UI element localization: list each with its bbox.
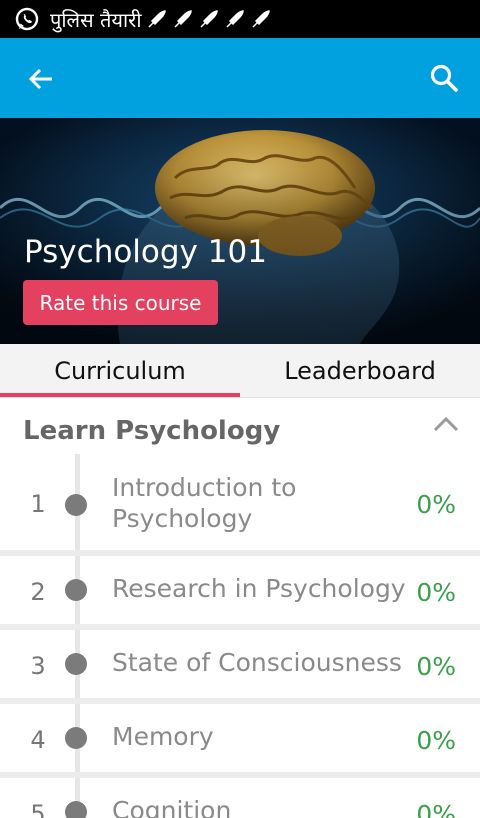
lesson-name: Cognition <box>112 796 232 818</box>
course-hero: Psychology 101 Rate this course <box>0 118 480 344</box>
whatsapp-icon <box>15 7 39 31</box>
rocket-icon <box>148 10 166 28</box>
lesson-dot-icon <box>65 494 87 516</box>
lesson-dot-icon <box>65 653 87 675</box>
lesson-progress: 0% <box>416 726 456 755</box>
search-icon[interactable] <box>428 62 460 94</box>
lesson-row[interactable]: 3 State of Consciousness 0% <box>0 630 480 698</box>
lesson-name: Research in Psychology <box>112 574 406 603</box>
lesson-dot-icon <box>65 579 87 601</box>
lesson-number: 2 <box>30 578 46 606</box>
lesson-row[interactable]: 1 Introduction to Psychology 0% <box>0 454 480 550</box>
rocket-icon <box>226 10 244 28</box>
lesson-row[interactable]: 2 Research in Psychology 0% <box>0 556 480 624</box>
lesson-name: Memory <box>112 722 214 751</box>
tab-leaderboard[interactable]: Leaderboard <box>240 344 480 397</box>
lesson-progress: 0% <box>416 490 456 519</box>
chevron-up-icon[interactable] <box>432 414 460 434</box>
rocket-icons <box>146 8 272 30</box>
lesson-name: Introduction to Psychology <box>112 472 296 534</box>
lesson-row[interactable]: 4 Memory 0% <box>0 704 480 772</box>
lesson-number: 1 <box>30 490 46 518</box>
lesson-number: 3 <box>30 652 46 680</box>
app-bar <box>0 38 480 118</box>
rocket-icon <box>174 10 192 28</box>
section-title: Learn Psychology <box>23 416 281 446</box>
rocket-icon <box>200 10 218 28</box>
lesson-progress: 0% <box>416 578 456 607</box>
lesson-row[interactable]: 5 Cognition 0% <box>0 778 480 818</box>
lesson-number: 4 <box>30 726 46 754</box>
lesson-progress: 0% <box>416 652 456 681</box>
lesson-number: 5 <box>30 800 46 818</box>
status-app-label: पुलिस तैयारी <box>50 7 142 32</box>
lesson-list: 1 Introduction to Psychology 0% 2 Resear… <box>0 454 480 818</box>
lesson-name-line2: Psychology <box>112 504 253 533</box>
lesson-progress: 0% <box>416 800 456 818</box>
section-header[interactable]: Learn Psychology <box>0 398 480 454</box>
rate-course-button[interactable]: Rate this course <box>23 280 218 325</box>
arrow-left-icon[interactable] <box>26 64 56 94</box>
status-bar: पुलिस तैयारी <box>0 0 480 38</box>
tab-curriculum[interactable]: Curriculum <box>0 344 240 397</box>
lesson-name-line1: Introduction to <box>112 473 297 502</box>
course-title: Psychology 101 <box>24 234 267 270</box>
lesson-name: State of Consciousness <box>112 648 402 677</box>
lesson-dot-icon <box>65 801 87 818</box>
tab-bar: Curriculum Leaderboard <box>0 344 480 398</box>
rocket-icon <box>252 10 270 28</box>
active-tab-indicator <box>0 393 240 397</box>
lesson-dot-icon <box>65 727 87 749</box>
